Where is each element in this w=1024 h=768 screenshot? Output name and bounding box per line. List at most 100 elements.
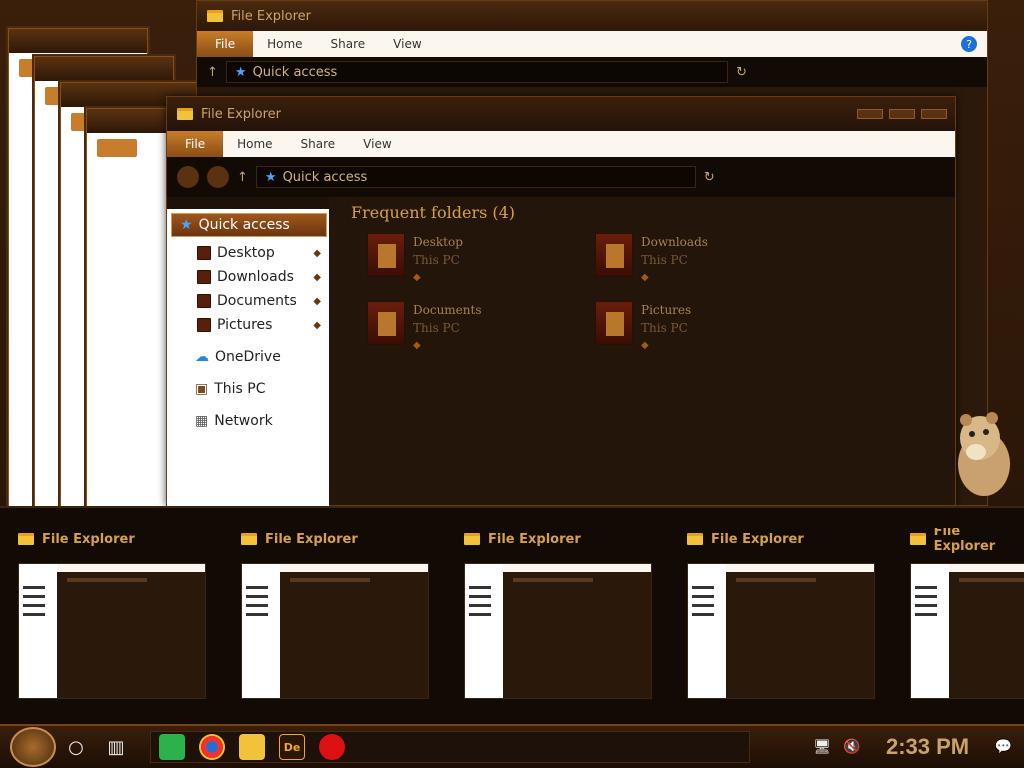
sidebar-item-onedrive[interactable]: ☁ OneDrive (167, 345, 329, 369)
thumbnail-preview (910, 563, 1024, 699)
window-thumbnail[interactable]: File Explorer (464, 528, 664, 699)
notifications-icon[interactable]: 💬 (995, 739, 1012, 755)
pin-icon: ◆ (413, 340, 421, 351)
pin-icon: ◆ (641, 272, 649, 283)
address-text: Quick access (252, 64, 338, 80)
content-pane: Frequent folders (4) Desktop This PC ◆ D… (329, 197, 955, 505)
tab-home[interactable]: Home (253, 37, 316, 51)
window-controls (857, 109, 947, 119)
sidebar-item-desktop[interactable]: Desktop ◆ (167, 241, 329, 265)
red-app-icon[interactable] (319, 734, 345, 760)
back-button[interactable] (177, 166, 199, 188)
address-bar: ↑ ★ Quick access ↻ (197, 57, 987, 87)
address-bar: ↑ ★ Quick access ↻ (167, 157, 955, 197)
close-button[interactable] (921, 109, 947, 119)
folder-icon (18, 533, 34, 545)
address-field[interactable]: ★ Quick access (255, 166, 696, 188)
folder-icon (197, 246, 211, 260)
up-arrow-icon[interactable]: ↑ (207, 65, 218, 80)
minimize-button[interactable] (857, 109, 883, 119)
thumbnail-preview (464, 563, 652, 699)
network-icon: ▦ (195, 413, 209, 429)
folder-icon (595, 233, 633, 277)
chrome-app-icon[interactable] (199, 734, 225, 760)
clock[interactable]: 2:33 PM (873, 734, 983, 760)
folder-tile-downloads[interactable]: Downloads This PC ◆ (595, 233, 795, 287)
sidebar-item-pictures[interactable]: Pictures ◆ (167, 313, 329, 337)
cortana-icon[interactable]: ○ (56, 727, 96, 767)
pin-icon: ◆ (313, 247, 321, 259)
section-title[interactable]: Frequent folders (4) (351, 203, 515, 222)
address-text: Quick access (282, 169, 368, 185)
desktop: File Explorer File Home Share View ? ↑ ★… (0, 0, 1024, 506)
hamster-mascot-icon (958, 412, 1010, 496)
refresh-icon[interactable]: ↻ (704, 170, 715, 185)
tab-view[interactable]: View (379, 37, 435, 51)
start-button[interactable] (10, 727, 56, 767)
folder-icon (367, 301, 405, 345)
folder-tile-desktop[interactable]: Desktop This PC ◆ (367, 233, 567, 287)
pin-icon: ◆ (641, 340, 649, 351)
ribbon: File Home Share View (167, 131, 955, 157)
file-explorer-app-icon[interactable] (239, 734, 265, 760)
task-view-icon[interactable]: ▥ (96, 727, 136, 767)
window-thumbnail[interactable]: File Explorer (18, 528, 218, 699)
task-view: File Explorer File Explorer File Explore… (0, 506, 1024, 724)
window-thumbnail[interactable]: File Explorer (687, 528, 887, 699)
folder-tile-pictures[interactable]: Pictures This PC ◆ (595, 301, 795, 355)
up-arrow-icon[interactable]: ↑ (237, 170, 248, 185)
title-bar[interactable]: File Explorer (167, 97, 955, 131)
pin-icon: ◆ (313, 271, 321, 283)
folder-icon (595, 301, 633, 345)
folder-icon (687, 533, 703, 545)
de-app-icon[interactable]: De (279, 734, 305, 760)
window-thumbnail[interactable]: File Explorer (910, 528, 1024, 699)
tab-share[interactable]: Share (317, 37, 380, 51)
sidebar-item-quick-access[interactable]: ★ Quick access (171, 213, 327, 237)
tab-file[interactable]: File (197, 31, 254, 57)
notes-app-icon[interactable] (159, 734, 185, 760)
title-bar[interactable]: File Explorer (197, 1, 987, 31)
folder-icon (207, 10, 223, 22)
window-title: File Explorer (201, 106, 282, 122)
sidebar-item-network[interactable]: ▦ Network (167, 409, 329, 433)
navigation-pane: ★ Quick access Desktop ◆ Downloads ◆ Doc… (167, 209, 329, 506)
taskbar-apps: De (150, 731, 750, 763)
folder-tile-documents[interactable]: Documents This PC ◆ (367, 301, 567, 355)
sidebar-item-thispc[interactable]: ▣ This PC (167, 377, 329, 401)
pin-icon: ◆ (313, 319, 321, 331)
thumbnail-preview (687, 563, 875, 699)
tab-home[interactable]: Home (223, 137, 286, 151)
computer-icon: ▣ (195, 381, 209, 397)
cloud-icon: ☁ (195, 349, 209, 365)
network-icon[interactable]: 🖥 (813, 739, 831, 755)
thumbnail-preview (241, 563, 429, 699)
tab-file[interactable]: File (167, 131, 224, 157)
forward-button[interactable] (207, 166, 229, 188)
maximize-button[interactable] (889, 109, 915, 119)
system-tray: 🖥 🔇 2:33 PM 💬 (813, 734, 1012, 760)
star-icon: ★ (234, 64, 247, 80)
folder-icon (197, 270, 211, 284)
file-explorer-window[interactable]: File Explorer File Home Share View ↑ ★ Q… (166, 96, 956, 506)
pin-icon: ◆ (313, 295, 321, 307)
refresh-icon[interactable]: ↻ (736, 65, 747, 80)
help-icon[interactable]: ? (961, 36, 977, 52)
window-title: File Explorer (231, 8, 312, 24)
taskbar: ○ ▥ De 🖥 🔇 2:33 PM 💬 (0, 724, 1024, 768)
folder-icon (197, 318, 211, 332)
address-field[interactable]: ★ Quick access (225, 61, 729, 83)
tab-view[interactable]: View (349, 137, 405, 151)
pin-icon: ◆ (413, 272, 421, 283)
folder-icon (464, 533, 480, 545)
sidebar-item-documents[interactable]: Documents ◆ (167, 289, 329, 313)
tab-share[interactable]: Share (287, 137, 350, 151)
ribbon: File Home Share View ? (197, 31, 987, 57)
volume-muted-icon[interactable]: 🔇 (843, 739, 860, 755)
window-thumbnail[interactable]: File Explorer (241, 528, 441, 699)
sidebar-item-downloads[interactable]: Downloads ◆ (167, 265, 329, 289)
folder-icon (197, 294, 211, 308)
folder-icon (910, 533, 926, 545)
star-icon: ★ (264, 169, 277, 185)
star-icon: ★ (180, 217, 193, 233)
